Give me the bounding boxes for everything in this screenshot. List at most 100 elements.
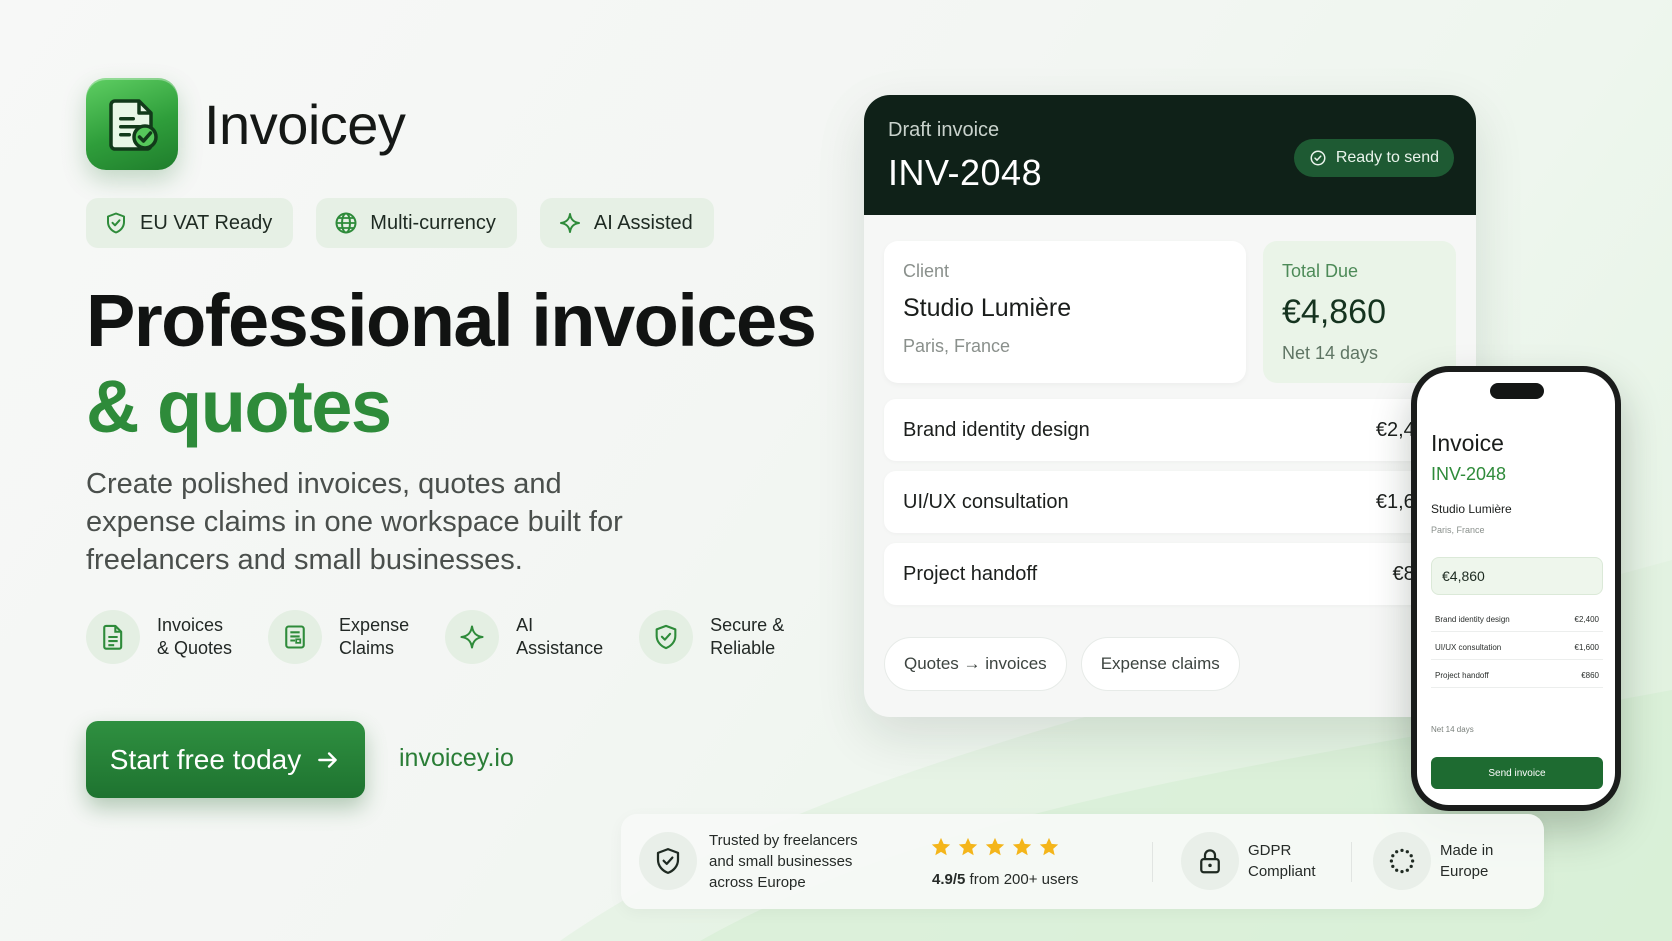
client-location: Paris, France (903, 336, 1011, 356)
phone-item-amount: €1,600 (1574, 643, 1599, 652)
shield-check-icon (639, 832, 697, 890)
phone-item-amount: €2,400 (1574, 615, 1599, 624)
line-item-name: Project handoff (903, 562, 1038, 585)
pill-multi-currency: Multi-currency (316, 198, 517, 248)
feature-invoices: Invoices & Quotes (86, 610, 232, 664)
trusted-line: and small businesses (709, 853, 853, 870)
feature-label: & Quotes (157, 638, 233, 658)
headline-line-1: Professional invoices (86, 279, 817, 362)
star-icon (958, 837, 978, 856)
client-label: Client (903, 261, 950, 281)
phone-screen: Invoice INV-2048 Studio Lumière Paris, F… (1417, 372, 1615, 805)
sparkle-icon (559, 213, 580, 233)
divider (1351, 842, 1352, 882)
feature-label: Assistance (516, 638, 604, 658)
phone-line-item: Project handoff €860 (1431, 664, 1603, 688)
pill-label: AI Assisted (593, 211, 693, 234)
document-icon (103, 624, 123, 650)
pill-label: Multi-currency (370, 211, 496, 234)
star-icon (985, 837, 1005, 856)
phone-item-name: Brand identity design (1435, 615, 1510, 624)
globe-icon (335, 212, 357, 234)
pill-ai-assisted: AI Assisted (539, 198, 714, 248)
europe-line: Europe (1440, 863, 1489, 880)
phone-client-name: Studio Lumière (1431, 502, 1512, 516)
star-icon (931, 837, 951, 856)
feature-ai-assistance: AI Assistance (445, 610, 603, 664)
shield-check-icon (107, 212, 125, 234)
status-text: Ready to send (1335, 149, 1439, 166)
status-badge: Ready to send (1293, 139, 1454, 177)
pill-eu-vat: EU VAT Ready (86, 198, 294, 248)
made-in-europe-text: Made in Europe (1440, 840, 1493, 882)
gdpr-line: Compliant (1248, 863, 1316, 880)
client-box: Client Studio Lumière Paris, France (884, 241, 1246, 383)
total-amount: €4,860 (1282, 293, 1386, 331)
gdpr-line: GDPR (1248, 842, 1292, 859)
phone-item-amount: €860 (1581, 671, 1599, 680)
rating-text: 4.9/5 from 200+ users (932, 871, 1078, 888)
divider (1152, 842, 1153, 882)
chip-quotes-to-invoices[interactable]: Quotes → invoices (884, 637, 1067, 691)
total-due-box: Total Due €4,860 Net 14 days (1263, 241, 1456, 383)
invoice-card: Draft invoice INV-2048 Ready to send Cli… (864, 95, 1476, 717)
payment-terms: Net 14 days (1282, 343, 1379, 363)
trusted-line: across Europe (709, 874, 806, 891)
trust-bar: Trusted by freelancers and small busines… (621, 814, 1544, 909)
shield-check-icon (655, 624, 677, 650)
line-item-name: UI/UX consultation (903, 490, 1069, 513)
trusted-text: Trusted by freelancers and small busines… (709, 830, 858, 893)
website-link[interactable]: invoicey.io (399, 744, 514, 773)
rating-stars (930, 836, 1060, 858)
feature-label: Secure & (710, 615, 785, 635)
phone-total: €4,860 (1431, 557, 1603, 595)
feature-label: Invoices (157, 615, 224, 635)
phone-item-name: Project handoff (1435, 671, 1489, 680)
eu-stars-icon (1373, 832, 1431, 890)
trusted-line: Trusted by freelancers (709, 832, 858, 849)
feature-pills: EU VAT Ready Multi-currency AI Assisted (86, 198, 714, 248)
lock-icon (1181, 832, 1239, 890)
rating-count: from 200+ users (965, 871, 1079, 888)
line-item-name: Brand identity design (903, 418, 1090, 441)
headline: Professional invoices & quotes (86, 278, 817, 450)
gdpr-text: GDPR Compliant (1248, 840, 1316, 882)
line-item: Project handoff €860 (884, 543, 1456, 605)
arrow-right-icon (318, 751, 337, 768)
brand-name: Invoicey (204, 92, 406, 156)
line-item: UI/UX consultation €1,600 (884, 471, 1456, 533)
phone-item-name: UI/UX consultation (1435, 643, 1502, 652)
brand: Invoicey (86, 78, 406, 170)
phone-notch (1490, 383, 1544, 399)
europe-line: Made in (1440, 842, 1494, 859)
receipt-icon (285, 625, 305, 649)
subtitle: Create polished invoices, quotes and exp… (86, 468, 623, 576)
total-label: Total Due (1282, 261, 1359, 281)
send-invoice-button[interactable]: Send invoice (1431, 757, 1603, 789)
start-free-button[interactable]: Start free today (86, 721, 365, 798)
feature-expense-claims: Expense Claims (268, 610, 409, 664)
feature-label: Reliable (710, 638, 776, 658)
invoicey-logo-icon (86, 78, 178, 170)
feature-label: Expense (339, 615, 410, 635)
line-item: Brand identity design €2,400 (884, 399, 1456, 461)
client-name: Studio Lumière (903, 294, 1072, 322)
star-icon (1039, 837, 1059, 856)
chip-expense-claims[interactable]: Expense claims (1080, 637, 1240, 691)
pill-label: EU VAT Ready (140, 211, 273, 234)
star-icon (1012, 837, 1032, 856)
phone-title: Invoice (1431, 430, 1504, 456)
phone-mockup: Invoice INV-2048 Studio Lumière Paris, F… (1411, 366, 1621, 811)
check-circle-icon (1310, 150, 1326, 166)
features-row: Invoices & Quotes Expense Claims AI Assista… (86, 610, 820, 664)
rating-score: 4.9/5 (932, 871, 966, 888)
feature-secure: Secure & Reliable (639, 610, 784, 664)
sparkle-icon (460, 625, 484, 649)
headline-line-2: & quotes (86, 365, 392, 448)
card-chips: Quotes → invoices Expense claims (884, 637, 1240, 691)
phone-terms: Net 14 days (1431, 725, 1474, 734)
feature-label: Claims (339, 638, 395, 658)
invoice-card-header: Draft invoice INV-2048 Ready to send (864, 95, 1476, 215)
phone-client-location: Paris, France (1431, 525, 1485, 535)
phone-line-item: Brand identity design €2,400 (1431, 608, 1603, 632)
